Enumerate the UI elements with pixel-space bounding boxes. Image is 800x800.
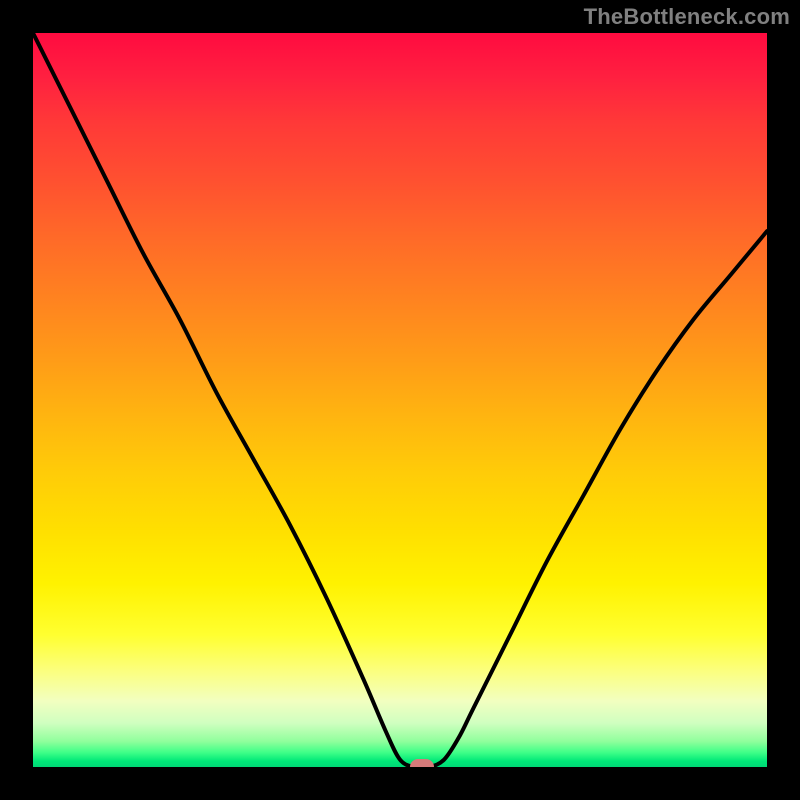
optimal-marker [410,759,434,767]
plot-area [33,33,767,767]
chart-frame: TheBottleneck.com [0,0,800,800]
bottleneck-curve [33,33,767,767]
attribution-text: TheBottleneck.com [584,4,790,30]
